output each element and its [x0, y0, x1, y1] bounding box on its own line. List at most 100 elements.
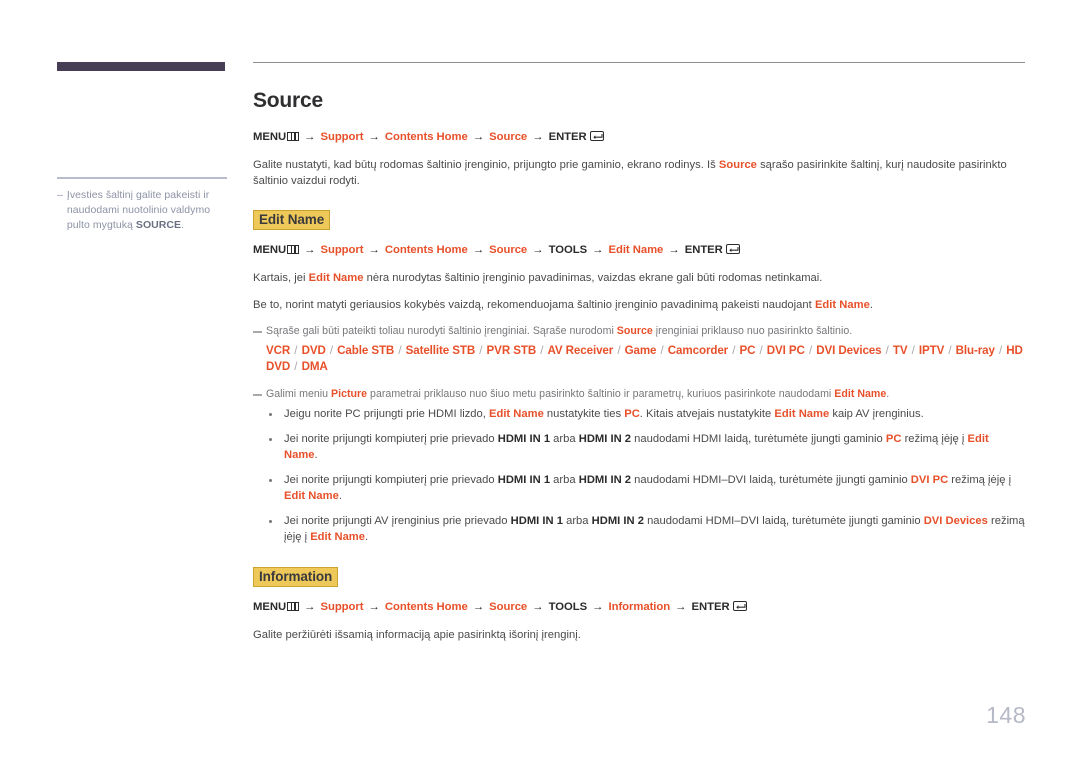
bullet-plain-text: . Kitais atvejais nustatykite — [639, 408, 775, 420]
bullet-text: Jeigu norite PC prijungti prie HDMI lizd… — [284, 406, 1025, 422]
device-name: DVI PC — [766, 344, 805, 357]
edit-name-para-1-b: nėra nurodytas šaltinio įrenginio pavadi… — [363, 272, 823, 284]
bullet-plain-text: naudodami HDMI–DVI laidą, turėtumėte įju… — [643, 515, 924, 527]
path-step-support: Support — [320, 601, 364, 613]
edit-name-para-2-accent: Edit Name — [814, 299, 870, 311]
note-2-b: parametrai priklauso nuo šiuo metu pasir… — [367, 388, 835, 400]
left-rail: – Įvesties šaltinį galite pakeisti ir na… — [57, 62, 227, 231]
bullet-accent-term: Edit Name — [310, 531, 365, 543]
edit-name-para-2-b: . — [869, 299, 873, 311]
device-separator: / — [476, 344, 486, 357]
edit-name-bullet-list: Jeigu norite PC prijungti prie HDMI lizd… — [253, 406, 1025, 545]
menu-label: MENU — [253, 244, 287, 256]
source-desc-part1: Galite nustatyti, kad būtų rodomas šalti… — [253, 159, 719, 171]
path-step-contents-home: Contents Home — [384, 601, 468, 613]
arrow-1: → — [304, 601, 316, 613]
enter-label: ENTER — [691, 601, 730, 613]
enter-label: ENTER — [548, 131, 587, 143]
device-separator: / — [395, 344, 405, 357]
arrow-4: → — [532, 601, 544, 613]
edit-name-para-1-accent: Edit Name — [308, 272, 364, 284]
bullet-accent-term: DVI Devices — [923, 515, 988, 527]
bullet-plain-text: naudodami HDMI laidą, turėtumėte įjungti… — [631, 433, 886, 445]
device-separator: / — [908, 344, 918, 357]
path-step-edit-name: Edit Name — [608, 244, 664, 256]
bullet-accent-term: PC — [885, 433, 902, 445]
arrow-3: → — [472, 601, 485, 613]
arrow-5: → — [592, 244, 604, 256]
bullet-plain-text: . — [365, 531, 369, 543]
device-name: TV — [892, 344, 908, 357]
source-desc-accent: Source — [718, 159, 757, 171]
edit-name-highlight: Edit Name — [253, 210, 331, 230]
device-separator: / — [945, 344, 955, 357]
header-rule — [253, 62, 1025, 63]
bullet-accent-term: PC — [624, 408, 640, 420]
bullet-item: Jei norite prijungti kompiuterį prie pri… — [253, 431, 1025, 463]
bullet-plain-text: nustatykite ties — [543, 408, 625, 420]
bullet-dot-icon — [269, 413, 272, 416]
note-2-accent-edit-name: Edit Name — [834, 388, 887, 400]
edit-name-para-2-a: Be to, norint matyti geriausios kokybės … — [253, 299, 815, 311]
bullet-bold-term: HDMI IN 1 — [497, 474, 551, 486]
enter-return-icon — [725, 244, 740, 254]
section-heading-information: Information — [253, 567, 1025, 587]
bullet-plain-text: Jeigu norite PC prijungti prie HDMI lizd… — [284, 408, 489, 420]
bullet-item: Jei norite prijungti kompiuterį prie pri… — [253, 472, 1025, 504]
bullet-plain-text: Jei norite prijungti kompiuterį prie pri… — [284, 474, 498, 486]
device-separator: / — [614, 344, 624, 357]
path-step-contents-home: Contents Home — [384, 244, 468, 256]
menu-path-information: MENU → Support → Contents Home → Source … — [253, 600, 1025, 615]
path-step-information: Information — [608, 601, 671, 613]
bullet-item: Jeigu norite PC prijungti prie HDMI lizd… — [253, 406, 1025, 422]
path-step-support: Support — [320, 244, 364, 256]
device-name: Cable STB — [337, 344, 395, 357]
arrow-5: → — [592, 601, 604, 613]
note-2-a: Galimi meniu — [266, 388, 332, 400]
bullet-plain-text: naudodami HDMI–DVI laidą, turėtumėte įju… — [631, 474, 911, 486]
arrow-2: → — [368, 601, 380, 613]
device-separator: / — [291, 344, 301, 357]
device-separator: / — [657, 344, 667, 357]
device-name: Camcorder — [667, 344, 729, 357]
bullet-plain-text: arba — [550, 474, 579, 486]
device-separator: / — [729, 344, 739, 357]
device-separator: / — [291, 360, 301, 373]
supported-device-list: VCR / DVD / Cable STB / Satellite STB / … — [266, 343, 1025, 375]
information-highlight: Information — [253, 567, 339, 587]
bullet-accent-term: DVI PC — [910, 474, 949, 486]
note-dash-icon — [253, 394, 262, 396]
bullet-plain-text: arba — [550, 433, 579, 445]
bullet-item: Jei norite prijungti AV įrenginius prie … — [253, 513, 1025, 545]
bullet-plain-text: Jei norite prijungti kompiuterį prie pri… — [284, 433, 498, 445]
menu-label: MENU — [253, 131, 287, 143]
bullet-text: Jei norite prijungti AV įrenginius prie … — [284, 513, 1025, 545]
menu-label: MENU — [253, 601, 287, 613]
menu-path-source: MENU → Support → Contents Home → Source … — [253, 130, 1025, 145]
bullet-plain-text: Jei norite prijungti AV įrenginius prie … — [284, 515, 511, 527]
bullet-accent-term: Edit Name — [774, 408, 830, 420]
device-name: Game — [624, 344, 657, 357]
edit-name-note-1-text: Sąraše gali būti pateikti toliau nurodyt… — [266, 324, 1025, 339]
note-2-c: . — [886, 388, 890, 400]
edit-name-para-1-a: Kartais, jei — [253, 272, 309, 284]
arrow-4: → — [532, 131, 544, 143]
margin-note: – Įvesties šaltinį galite pakeisti ir na… — [57, 188, 229, 233]
information-description: Galite peržiūrėti išsamią informaciją ap… — [253, 629, 581, 641]
path-step-source: Source — [489, 601, 528, 613]
device-name: DVD — [301, 344, 326, 357]
arrow-1: → — [304, 244, 316, 256]
menu-grid-icon — [287, 132, 300, 141]
bullet-accent-term: Edit Name — [489, 408, 544, 420]
enter-return-icon — [589, 131, 604, 141]
arrow-3: → — [472, 244, 485, 256]
arrow-2: → — [368, 244, 380, 256]
note-1-b: įrenginiai priklauso nuo pasirinkto šalt… — [652, 325, 853, 337]
arrow-1: → — [304, 131, 316, 143]
margin-note-text: Įvesties šaltinį galite pakeisti ir naud… — [67, 188, 229, 233]
edit-name-note-2-text: Galimi meniu Picture parametrai priklaus… — [266, 387, 1025, 402]
edit-name-para-1: Kartais, jei Edit Name nėra nurodytas ša… — [253, 270, 1025, 286]
bullet-plain-text: režimą įėję į — [948, 474, 1012, 486]
device-separator: / — [537, 344, 547, 357]
edit-name-note-2: Galimi meniu Picture parametrai priklaus… — [253, 387, 1025, 402]
